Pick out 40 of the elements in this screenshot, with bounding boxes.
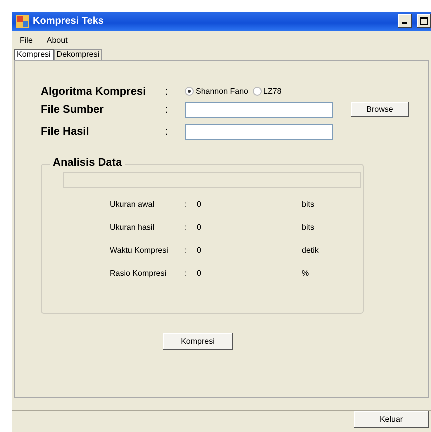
colon: :	[185, 222, 188, 232]
stat-value: 0	[197, 200, 202, 209]
field-label: File Sumber	[41, 104, 105, 116]
minimize-button[interactable]	[398, 14, 412, 28]
stat-value: 0	[197, 222, 202, 232]
radio-option[interactable]: Shannon Fano	[185, 87, 248, 96]
stat-unit: %	[302, 268, 310, 278]
stat-unit: detik	[302, 246, 319, 255]
colon: :	[185, 246, 188, 255]
stat-label: Rasio Kompresi	[110, 268, 168, 278]
stat-label: Ukuran awal	[110, 200, 156, 209]
colon: :	[185, 268, 188, 278]
maximize-button[interactable]	[417, 14, 431, 28]
field-label: Algoritma Kompresi	[41, 86, 148, 98]
input-field[interactable]	[185, 124, 333, 140]
menu-item[interactable]: About	[46, 36, 68, 45]
input-field[interactable]	[185, 102, 333, 118]
browse-button[interactable]: Browse	[351, 102, 409, 118]
field-label: File Hasil	[41, 126, 90, 138]
stat-label: Ukuran hasil	[110, 222, 156, 232]
stat-value: 0	[197, 246, 202, 255]
colon: :	[165, 86, 170, 98]
stat-value: 0	[197, 268, 202, 278]
colon: :	[165, 126, 170, 138]
exit-button[interactable]: Keluar	[354, 411, 429, 428]
app-icon	[16, 14, 29, 28]
stat-label: Waktu Kompresi	[110, 246, 170, 255]
window-title: Kompresi Teks	[33, 16, 105, 27]
compress-button[interactable]: Kompresi	[163, 332, 233, 350]
radio-option[interactable]: LZ78	[252, 87, 282, 96]
colon: :	[165, 104, 170, 116]
group-title: Analisis Data	[50, 156, 126, 169]
minimize-icon	[402, 22, 407, 24]
stat-unit: bits	[302, 200, 314, 209]
maximize-icon	[418, 15, 430, 28]
tab[interactable]: Kompresi	[14, 48, 54, 60]
colon: :	[185, 200, 188, 209]
stat-unit: bits	[302, 222, 314, 232]
tab[interactable]: Dekompresi	[54, 48, 102, 60]
menu-item[interactable]: File	[20, 36, 33, 45]
